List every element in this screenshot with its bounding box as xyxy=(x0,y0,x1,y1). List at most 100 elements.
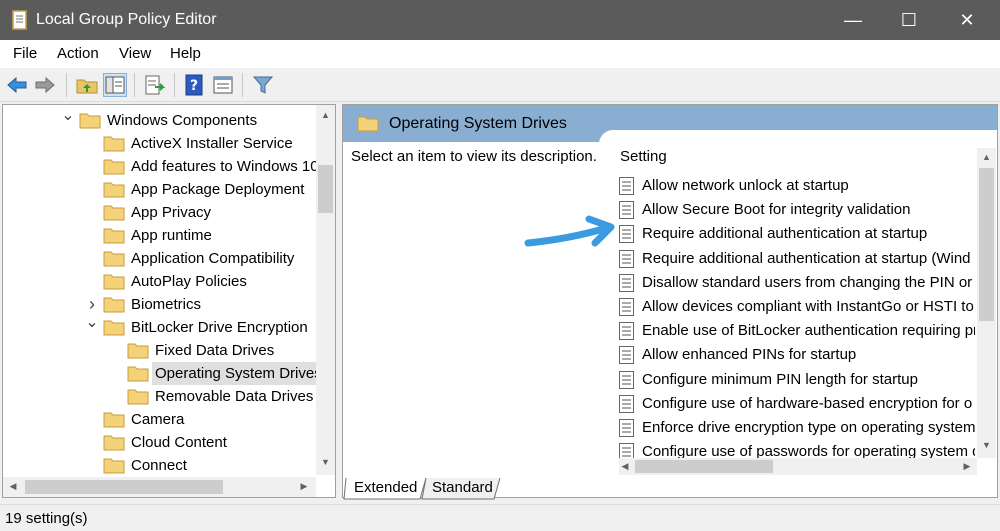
tree-item[interactable]: Cloud Content xyxy=(103,431,313,454)
tree-vertical-scrollbar[interactable]: ▲ ▼ xyxy=(316,105,335,475)
policy-setting-icon xyxy=(619,225,634,244)
list-horizontal-scrollbar[interactable]: ◀ ▶ xyxy=(619,458,977,475)
tree-item-label: App runtime xyxy=(131,227,212,244)
show-hide-tree-icon[interactable] xyxy=(103,73,127,97)
folder-icon xyxy=(103,204,125,221)
tree-item-label: Camera xyxy=(131,411,185,428)
menu-file[interactable]: File xyxy=(13,45,37,62)
up-folder-icon[interactable] xyxy=(76,74,98,96)
svg-text:?: ? xyxy=(190,78,198,94)
tree-item[interactable]: BitLocker Drive Encryption xyxy=(103,316,313,339)
setting-row[interactable]: Allow network unlock at startup xyxy=(619,174,975,198)
list-hscroll-thumb[interactable] xyxy=(635,460,773,473)
export-list-icon[interactable] xyxy=(143,74,165,96)
tree-item[interactable]: App Package Deployment xyxy=(103,178,313,201)
setting-label: Configure use of hardware-based encrypti… xyxy=(642,394,973,412)
list-scroll-up-arrow[interactable]: ▲ xyxy=(977,152,996,162)
folder-icon xyxy=(103,181,125,198)
list-scroll-right-arrow[interactable]: ▶ xyxy=(961,461,973,472)
list-vertical-scrollbar[interactable]: ▲ ▼ xyxy=(977,148,996,458)
help-icon[interactable]: ? xyxy=(184,74,206,96)
folder-icon xyxy=(103,296,125,313)
folder-icon xyxy=(103,319,125,336)
close-button[interactable]: ✕ xyxy=(944,0,990,40)
back-arrow-icon[interactable] xyxy=(6,74,28,96)
window-title: Local Group Policy Editor xyxy=(36,11,217,28)
tree-hscroll-thumb[interactable] xyxy=(25,480,223,494)
tree-item-label: Fixed Data Drives xyxy=(155,342,275,359)
filter-icon[interactable] xyxy=(252,74,274,96)
chevron-down-icon[interactable]: ⌄ xyxy=(61,108,75,132)
forward-arrow-icon[interactable] xyxy=(34,74,56,96)
tab-extended[interactable]: Extended xyxy=(346,478,425,500)
tree-item[interactable]: Add features to Windows 10 xyxy=(103,155,319,178)
menu-view[interactable]: View xyxy=(119,45,151,62)
policy-setting-icon xyxy=(619,370,634,389)
tree-item[interactable]: Application Compatibility xyxy=(103,247,313,270)
policy-setting-icon xyxy=(619,177,634,195)
description-text: Select an item to view its description. xyxy=(351,148,597,165)
menu-help[interactable]: Help xyxy=(170,45,201,62)
tree-item[interactable]: Biometrics xyxy=(103,293,313,316)
folder-icon xyxy=(103,434,125,451)
tab-standard[interactable]: Standard xyxy=(424,478,501,500)
setting-row[interactable]: Enable use of BitLocker authentication r… xyxy=(619,319,975,343)
tree-item-label: Removable Data Drives xyxy=(155,388,314,405)
chevron-down-icon[interactable]: ⌄ xyxy=(85,315,99,339)
tree-item[interactable]: Windows Components xyxy=(79,109,313,132)
folder-icon xyxy=(103,457,125,474)
setting-row[interactable]: Allow devices compliant with InstantGo o… xyxy=(619,295,975,319)
console-tree[interactable]: Windows Components ⌄ ActiveX Installer Ser… xyxy=(2,104,336,498)
tree-horizontal-scrollbar[interactable]: ◀ ▶ xyxy=(3,477,316,497)
scroll-right-arrow[interactable]: ▶ xyxy=(298,481,310,492)
tree-item[interactable]: Camera xyxy=(103,408,313,431)
setting-row[interactable]: Disallow standard users from changing th… xyxy=(619,271,975,295)
menu-action[interactable]: Action xyxy=(57,45,99,62)
setting-row[interactable]: Allow Secure Boot for integrity validati… xyxy=(619,198,975,222)
folder-icon xyxy=(357,116,379,132)
tree-item[interactable]: Operating System Drives xyxy=(127,362,325,385)
tree-item[interactable]: Connect xyxy=(103,454,313,477)
annotation-arrow-icon xyxy=(524,215,615,247)
setting-label: Require additional authentication at sta… xyxy=(642,249,971,267)
tree-item[interactable]: App runtime xyxy=(103,224,313,247)
setting-row[interactable]: Enforce drive encryption type on operati… xyxy=(619,416,975,440)
tree-item[interactable]: ActiveX Installer Service xyxy=(103,132,313,155)
setting-column-header[interactable]: Setting xyxy=(620,148,667,165)
tree-item[interactable]: App Privacy xyxy=(103,201,313,224)
policy-setting-icon xyxy=(619,346,634,365)
settings-list[interactable]: Setting Allow network unlock at startup A… xyxy=(599,130,997,475)
minimize-button[interactable]: — xyxy=(830,0,876,40)
setting-row[interactable]: Require additional authentication at sta… xyxy=(619,222,975,246)
toolbar-separator xyxy=(242,73,243,97)
setting-row[interactable]: Require additional authentication at sta… xyxy=(619,247,975,271)
folder-icon xyxy=(103,250,125,267)
scroll-up-arrow[interactable]: ▲ xyxy=(316,110,335,120)
list-scroll-left-arrow[interactable]: ◀ xyxy=(619,461,631,472)
tree-item[interactable]: AutoPlay Policies xyxy=(103,270,313,293)
setting-row[interactable]: Configure use of hardware-based encrypti… xyxy=(619,392,975,416)
properties-icon[interactable] xyxy=(212,74,234,96)
chevron-right-icon[interactable]: › xyxy=(85,293,99,316)
tree-item-label: Add features to Windows 10 xyxy=(131,158,319,175)
setting-row[interactable]: Allow enhanced PINs for startup xyxy=(619,343,975,367)
scroll-down-arrow[interactable]: ▼ xyxy=(316,457,335,467)
setting-label: Allow network unlock at startup xyxy=(642,177,849,194)
folder-icon xyxy=(103,411,125,428)
folder-icon xyxy=(79,112,101,129)
scroll-left-arrow[interactable]: ◀ xyxy=(7,481,19,492)
tree-scroll-thumb[interactable] xyxy=(318,165,333,213)
list-scroll-down-arrow[interactable]: ▼ xyxy=(977,440,996,450)
maximize-button[interactable]: ☐ xyxy=(886,0,932,40)
tree-item-label: App Package Deployment xyxy=(131,181,305,198)
folder-icon xyxy=(127,388,149,405)
setting-label: Allow Secure Boot for integrity validati… xyxy=(642,201,911,219)
menu-bar: File Action View Help xyxy=(0,40,1000,68)
tree-item[interactable]: Removable Data Drives xyxy=(127,385,313,408)
tree-item[interactable]: Fixed Data Drives xyxy=(127,339,313,362)
policy-setting-icon xyxy=(619,394,634,413)
details-pane: Operating System Drives Select an item t… xyxy=(342,104,998,498)
setting-row[interactable]: Configure minimum PIN length for startup xyxy=(619,368,975,392)
list-scroll-thumb[interactable] xyxy=(979,168,994,321)
setting-label: Enable use of BitLocker authentication r… xyxy=(642,322,975,340)
